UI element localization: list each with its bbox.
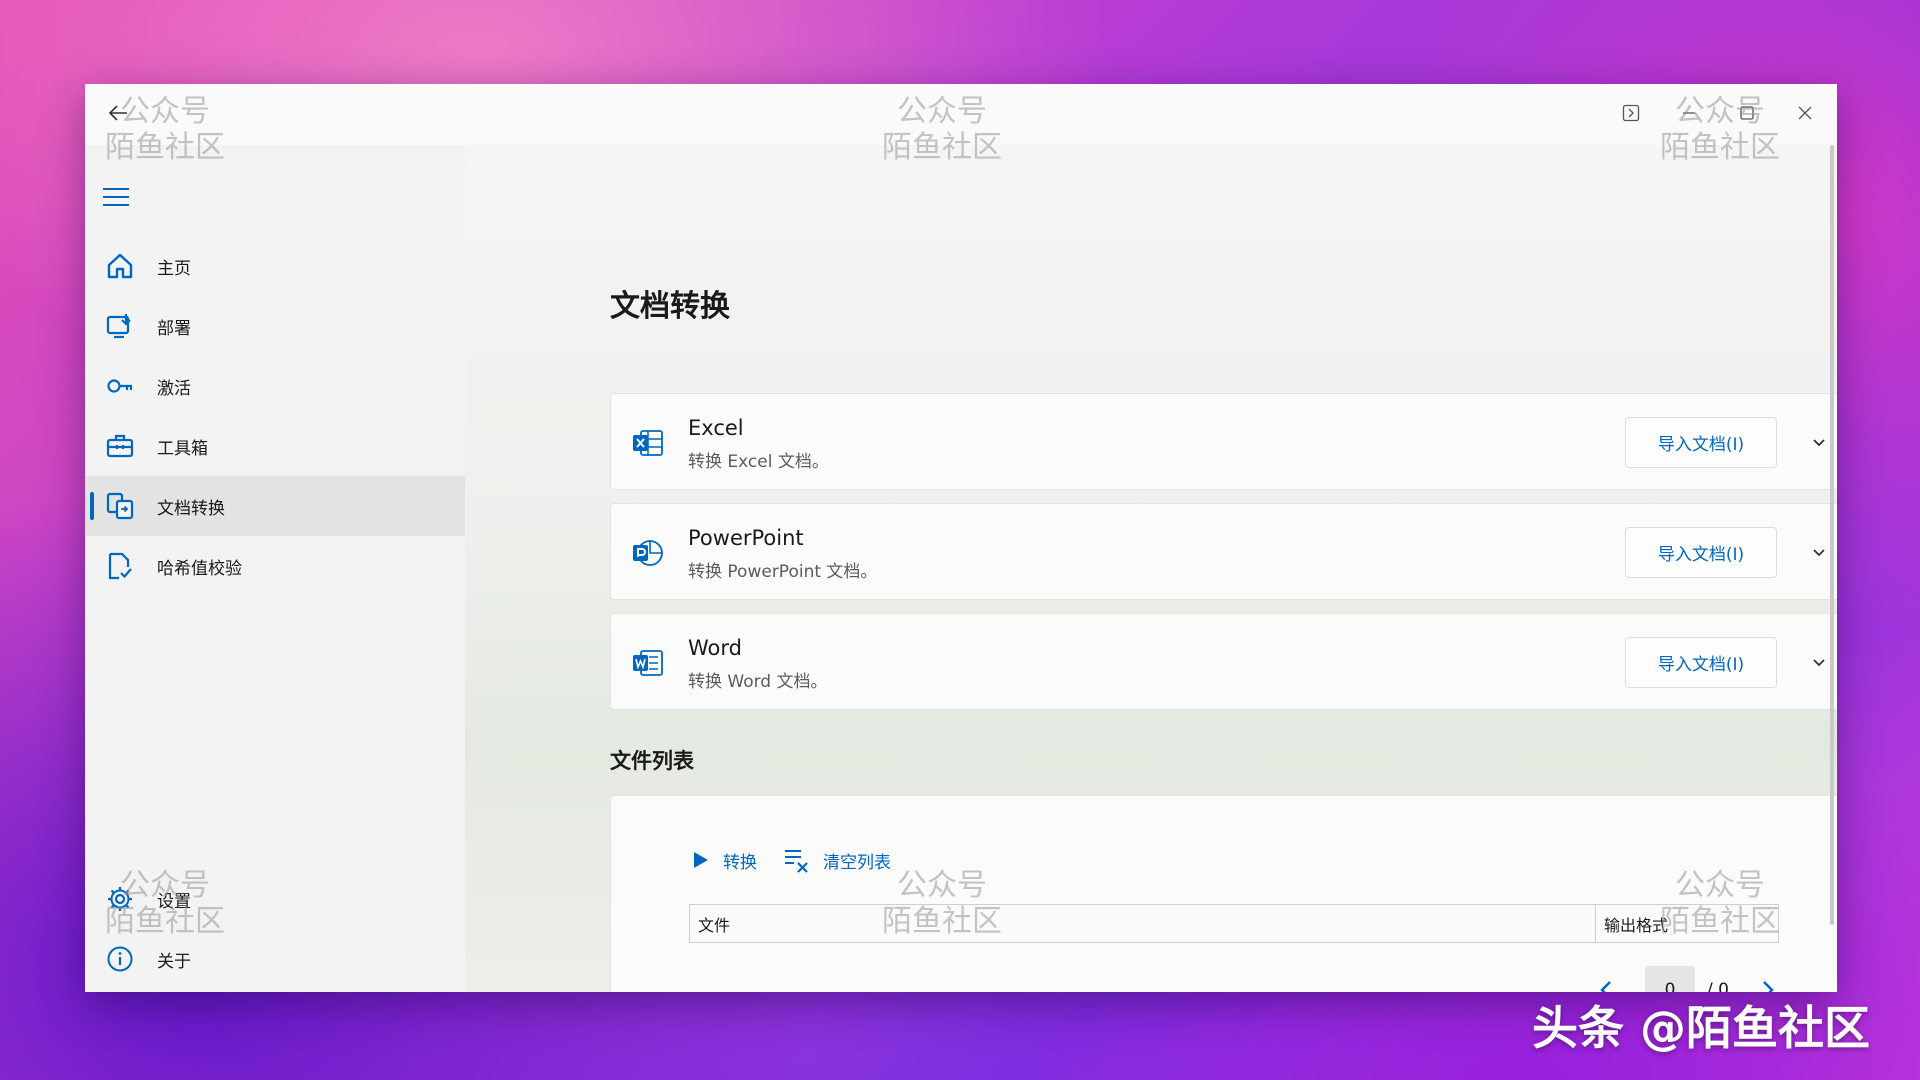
next-page-button[interactable] bbox=[1753, 968, 1783, 992]
page-title: 文档转换 bbox=[610, 289, 730, 324]
word-icon bbox=[633, 650, 663, 676]
card-subtitle: 转换 Excel 文档。 bbox=[688, 452, 829, 472]
hamburger-icon bbox=[103, 188, 129, 190]
gear-icon bbox=[103, 882, 137, 916]
sidebar-item-deploy[interactable]: 部署 bbox=[85, 296, 465, 356]
toolbox-icon bbox=[103, 429, 137, 463]
deploy-icon bbox=[103, 309, 137, 343]
excel-card: Excel 转换 Excel 文档。 导入文档(I) bbox=[610, 393, 1837, 490]
excel-icon bbox=[633, 430, 663, 456]
file-table-header: 文件 输出格式 bbox=[689, 904, 1779, 943]
minimize-button[interactable] bbox=[1671, 98, 1707, 128]
hamburger-line bbox=[103, 204, 129, 206]
sidebar-item-document-convert[interactable]: 文档转换 bbox=[85, 476, 465, 536]
card-subtitle: 转换 PowerPoint 文档。 bbox=[688, 562, 878, 582]
card-title: PowerPoint bbox=[688, 526, 804, 550]
convert-button[interactable]: 转换 bbox=[689, 842, 757, 878]
title-bar bbox=[85, 84, 1837, 145]
powerpoint-card: PowerPoint 转换 PowerPoint 文档。 导入文档(I) bbox=[610, 503, 1837, 600]
sidebar-item-label: 部署 bbox=[157, 318, 191, 339]
maximize-button[interactable] bbox=[1729, 98, 1765, 128]
sidebar-item-label: 主页 bbox=[157, 258, 191, 279]
sidebar-item-label: 哈希值校验 bbox=[157, 558, 242, 579]
file-list-toolbar: 转换 清空列表 bbox=[689, 842, 891, 878]
card-title: Word bbox=[688, 636, 742, 660]
sidebar-item-about[interactable]: 关于 bbox=[85, 929, 465, 989]
sidebar-item-label: 文档转换 bbox=[157, 498, 225, 519]
sidebar-nav: 主页 部署 激活 工具箱 文档转换 哈希值校验 bbox=[85, 236, 465, 596]
expand-powerpoint-button[interactable] bbox=[1807, 540, 1831, 564]
import-word-button[interactable]: 导入文档(I) bbox=[1625, 637, 1777, 688]
vertical-scrollbar[interactable] bbox=[1830, 145, 1834, 925]
chevron-down-icon bbox=[1813, 439, 1825, 447]
back-button[interactable] bbox=[103, 98, 133, 128]
arrow-left-icon bbox=[108, 105, 127, 121]
page-total: / 0 bbox=[1707, 980, 1729, 992]
sidebar-item-label: 激活 bbox=[157, 378, 191, 399]
chevron-right-icon bbox=[1763, 981, 1774, 992]
snap-button[interactable] bbox=[1613, 98, 1649, 128]
credit-watermark: 头条 @陌鱼社区 bbox=[1532, 1001, 1871, 1055]
hamburger-line bbox=[103, 196, 129, 198]
sidebar-item-hash-check[interactable]: 哈希值校验 bbox=[85, 536, 465, 596]
sidebar-item-home[interactable]: 主页 bbox=[85, 236, 465, 296]
snap-icon bbox=[1622, 104, 1640, 122]
home-icon bbox=[103, 249, 137, 283]
file-list-panel: 转换 清空列表 文件 输出格式 0 / 0 bbox=[610, 795, 1837, 992]
chevron-down-icon bbox=[1813, 549, 1825, 557]
previous-page-button[interactable] bbox=[1591, 968, 1621, 992]
column-header-file[interactable]: 文件 bbox=[690, 905, 1596, 942]
sidebar-item-activate[interactable]: 激活 bbox=[85, 356, 465, 416]
file-list-title: 文件列表 bbox=[610, 749, 694, 773]
sidebar-item-settings[interactable]: 设置 bbox=[85, 869, 465, 929]
hash-check-icon bbox=[103, 549, 137, 583]
powerpoint-icon bbox=[633, 540, 663, 566]
key-icon bbox=[103, 369, 137, 403]
sidebar-item-label: 关于 bbox=[157, 951, 191, 972]
import-excel-button[interactable]: 导入文档(I) bbox=[1625, 417, 1777, 468]
sidebar-item-label: 工具箱 bbox=[157, 438, 208, 459]
column-header-output-format[interactable]: 输出格式 bbox=[1596, 905, 1778, 942]
card-subtitle: 转换 Word 文档。 bbox=[688, 672, 828, 692]
close-icon bbox=[1798, 106, 1812, 120]
word-card: Word 转换 Word 文档。 导入文档(I) bbox=[610, 613, 1837, 710]
window-controls bbox=[1613, 98, 1823, 128]
expand-excel-button[interactable] bbox=[1807, 430, 1831, 454]
document-convert-icon bbox=[103, 489, 137, 523]
play-icon bbox=[694, 852, 708, 868]
clear-list-icon bbox=[785, 850, 808, 873]
main-content: 文档转换 Excel 转换 Excel 文档。 导入文档(I) PowerPoi… bbox=[465, 145, 1837, 992]
maximize-icon bbox=[1740, 106, 1754, 120]
import-powerpoint-button[interactable]: 导入文档(I) bbox=[1625, 527, 1777, 578]
close-button[interactable] bbox=[1787, 98, 1823, 128]
expand-word-button[interactable] bbox=[1807, 650, 1831, 674]
chevron-down-icon bbox=[1813, 659, 1825, 667]
page-number-input[interactable] bbox=[1645, 966, 1695, 992]
sidebar-item-toolbox[interactable]: 工具箱 bbox=[85, 416, 465, 476]
minimize-icon bbox=[1683, 112, 1695, 114]
chevron-left-icon bbox=[1600, 981, 1611, 992]
pagination: / 0 bbox=[1591, 966, 1783, 992]
sidebar-item-label: 设置 bbox=[157, 891, 191, 912]
convert-label: 转换 bbox=[723, 852, 757, 873]
sidebar-footer-nav: 设置 关于 bbox=[85, 869, 465, 989]
clear-list-button[interactable]: 清空列表 bbox=[783, 842, 891, 878]
info-icon bbox=[103, 942, 137, 976]
card-title: Excel bbox=[688, 416, 744, 440]
menu-toggle-button[interactable] bbox=[103, 182, 133, 212]
app-window: 主页 部署 激活 工具箱 文档转换 哈希值校验 设置 关于 文档转换 Excel… bbox=[85, 84, 1837, 992]
clear-list-label: 清空列表 bbox=[823, 852, 891, 873]
